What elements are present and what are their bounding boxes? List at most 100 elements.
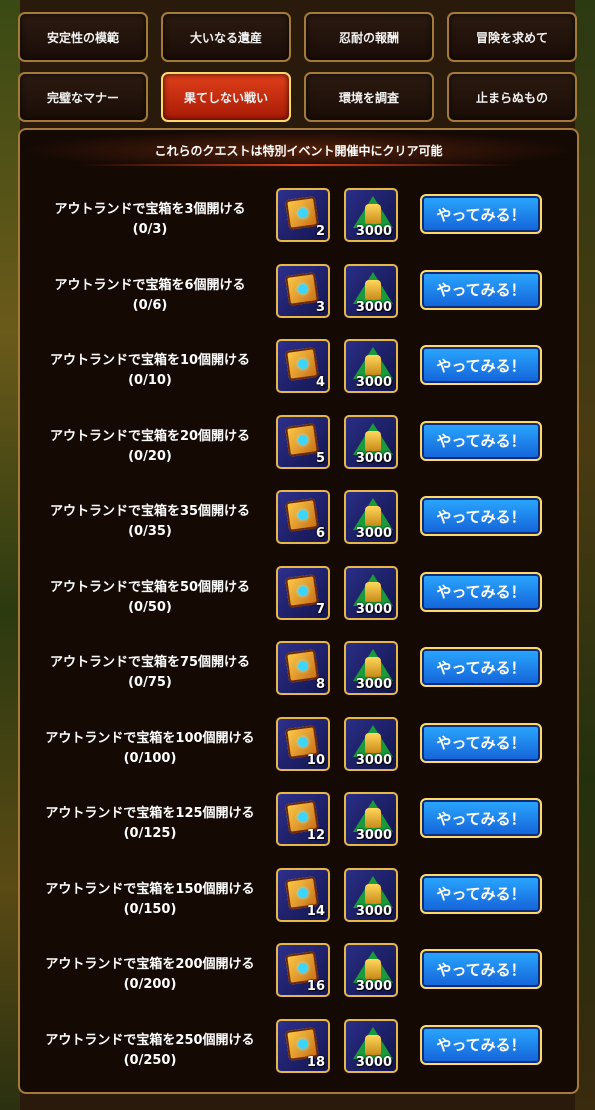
quest-progress: (0/6): [132, 297, 168, 313]
gem-icon: [298, 434, 308, 445]
reward-gold[interactable]: 3000: [344, 414, 398, 469]
gem-icon: [298, 736, 308, 747]
gem-icon: [298, 208, 308, 218]
quest-progress: (0/125): [123, 826, 177, 841]
event-notice: これらのクエストは特別イベント開催中にクリア可能: [20, 130, 577, 170]
chest-quantity: 2: [315, 224, 325, 239]
gold-quantity: 3000: [355, 450, 392, 466]
quest-title: アウトランドで宝箱を10個開ける: [49, 353, 251, 368]
gold-quantity: 3000: [355, 224, 392, 239]
reward-chest[interactable]: 16: [276, 943, 330, 997]
reward-chest[interactable]: 12: [276, 792, 330, 846]
quest-title: アウトランドで宝箱を3個開ける: [54, 202, 246, 217]
background-left: [0, 0, 20, 1110]
try-button[interactable]: やってみる！: [420, 873, 542, 914]
tab-endless-battle[interactable]: 果てしない戦い: [161, 72, 291, 122]
quest-title: アウトランドで宝箱を35個開ける: [49, 504, 251, 519]
gold-quantity: 3000: [355, 526, 392, 541]
quest-row: アウトランドで宝箱を100個開ける (0/100) 10 3000 やってみる！: [20, 716, 577, 792]
reward-gold[interactable]: 3000: [344, 263, 398, 318]
reward-gold[interactable]: 3000: [344, 1018, 398, 1073]
quest-progress: (0/50): [128, 599, 172, 615]
reward-gold[interactable]: 3000: [344, 188, 398, 242]
gem-icon: [298, 510, 308, 520]
chest-quantity: 10: [306, 752, 325, 768]
tab-investigate-env[interactable]: 環境を調査: [304, 72, 434, 122]
reward-chest[interactable]: 14: [276, 867, 330, 922]
tab-unstoppable[interactable]: 止まらぬもの: [447, 72, 577, 122]
statue-head-icon: [365, 808, 381, 828]
gold-quantity: 3000: [355, 299, 392, 315]
quest-row: アウトランドで宝箱を10個開ける (0/10) 4 3000 やってみる！: [20, 339, 577, 414]
gold-quantity: 3000: [355, 677, 392, 692]
quest-progress: (0/75): [128, 675, 172, 690]
try-button[interactable]: やってみる！: [420, 194, 542, 234]
try-button[interactable]: やってみる！: [420, 269, 542, 310]
tab-perfect-manner[interactable]: 完璧なマナー: [18, 72, 148, 122]
reward-gold[interactable]: 3000: [344, 716, 398, 771]
quest-title-block: アウトランドで宝箱を20個開ける (0/20): [30, 427, 270, 467]
reward-chest[interactable]: 8: [276, 641, 330, 695]
reward-gold[interactable]: 3000: [344, 490, 398, 544]
reward-gold[interactable]: 3000: [344, 943, 398, 997]
quest-title-block: アウトランドで宝箱を50個開ける (0/50): [30, 578, 270, 618]
try-button[interactable]: やってみる！: [420, 496, 542, 536]
quest-title-block: アウトランドで宝箱を200個開ける (0/200): [30, 955, 270, 995]
quest-row: アウトランドで宝箱を125個開ける (0/125) 12 3000 やってみる！: [20, 792, 577, 867]
tab-stability[interactable]: 安定性の模範: [18, 12, 148, 62]
gem-icon: [298, 963, 308, 973]
gold-quantity: 3000: [355, 828, 392, 843]
reward-chest[interactable]: 5: [276, 414, 330, 469]
tab-seek-adventure[interactable]: 冒険を求めて: [447, 12, 577, 62]
reward-chest[interactable]: 3: [276, 263, 330, 318]
reward-gold[interactable]: 3000: [344, 565, 398, 620]
quest-title: アウトランドで宝箱を125個開ける: [45, 806, 255, 821]
try-button[interactable]: やってみる！: [420, 345, 542, 385]
quest-row: アウトランドで宝箱を200個開ける (0/200) 16 3000 やってみる！: [20, 943, 577, 1018]
quest-title-block: アウトランドで宝箱を150個開ける (0/150): [30, 880, 270, 920]
quest-title-block: アウトランドで宝箱を125個開ける (0/125): [30, 804, 270, 844]
reward-chest[interactable]: 2: [276, 188, 330, 242]
quest-title: アウトランドで宝箱を250個開ける: [45, 1032, 255, 1048]
quest-progress: (0/150): [123, 901, 177, 917]
gem-icon: [298, 812, 308, 822]
quest-row: アウトランドで宝箱を3個開ける (0/3) 2 3000 やってみる！: [20, 188, 577, 263]
gem-icon: [298, 359, 308, 369]
reward-chest[interactable]: 7: [276, 565, 330, 620]
try-button[interactable]: やってみる！: [420, 420, 542, 461]
reward-chest[interactable]: 18: [276, 1018, 330, 1073]
statue-head-icon: [365, 883, 381, 904]
tab-patience-reward[interactable]: 忍耐の報酬: [304, 12, 434, 62]
try-button[interactable]: やってみる！: [420, 647, 542, 687]
tab-great-legacy[interactable]: 大いなる遺産: [161, 12, 291, 62]
statue-head-icon: [365, 657, 381, 677]
try-button[interactable]: やってみる！: [420, 722, 542, 763]
reward-chest[interactable]: 6: [276, 490, 330, 544]
quest-title: アウトランドで宝箱を100個開ける: [45, 730, 255, 746]
try-button[interactable]: やってみる！: [420, 571, 542, 612]
quest-title: アウトランドで宝箱を150個開ける: [45, 881, 255, 897]
try-button[interactable]: やってみる！: [420, 1024, 542, 1065]
reward-chest[interactable]: 4: [276, 339, 330, 393]
quest-progress: (0/10): [128, 373, 172, 388]
reward-gold[interactable]: 3000: [344, 792, 398, 846]
quest-row: アウトランドで宝箱を20個開ける (0/20) 5 3000 やってみる！: [20, 414, 577, 490]
statue-head-icon: [365, 1034, 381, 1055]
statue-head-icon: [365, 506, 381, 526]
try-button[interactable]: やってみる！: [420, 798, 542, 838]
try-button[interactable]: やってみる！: [420, 949, 542, 989]
gold-quantity: 3000: [355, 375, 392, 390]
gold-quantity: 3000: [355, 752, 392, 768]
reward-gold[interactable]: 3000: [344, 867, 398, 922]
gem-icon: [298, 887, 308, 898]
reward-gold[interactable]: 3000: [344, 641, 398, 695]
gem-icon: [298, 283, 308, 294]
gold-quantity: 3000: [355, 601, 392, 617]
quest-title-block: アウトランドで宝箱を250個開ける (0/250): [30, 1031, 270, 1071]
reward-gold[interactable]: 3000: [344, 339, 398, 393]
gem-icon: [298, 1038, 308, 1049]
reward-chest[interactable]: 10: [276, 716, 330, 771]
quest-progress: (0/100): [123, 750, 177, 766]
quest-title: アウトランドで宝箱を20個開ける: [49, 428, 251, 444]
quest-title: アウトランドで宝箱を200個開ける: [45, 957, 255, 972]
